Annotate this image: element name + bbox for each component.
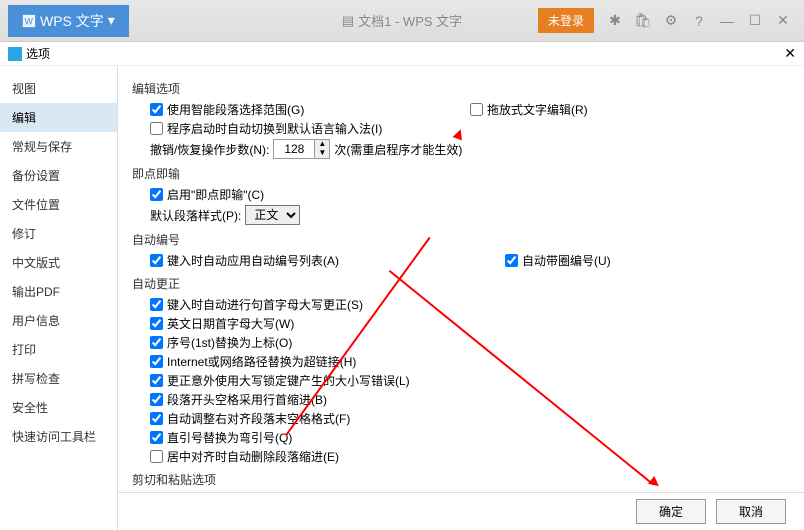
checkbox-caps-error[interactable]: 更正意外使用大写锁定键产生的大小写错误(L) (150, 372, 410, 389)
default-style-select[interactable]: 正文 (245, 205, 300, 225)
checkbox-cap-first[interactable]: 键入时自动进行句首字母大写更正(S) (150, 296, 363, 313)
section-cut-paste: 剪切和粘贴选项 (132, 471, 790, 488)
app-menu-button[interactable]: W WPS 文字 ▾ (8, 5, 129, 37)
close-window-icon[interactable]: ✕ (770, 8, 796, 34)
help-icon[interactable]: ? (686, 8, 712, 34)
checkbox-auto-number-list[interactable]: 键入时自动应用自动编号列表(A) (150, 252, 435, 269)
doc-icon: ▤ (342, 13, 354, 29)
spin-down-icon[interactable]: ▼ (315, 149, 329, 158)
svg-text:W: W (25, 16, 34, 26)
dialog-footer: 确定 取消 (118, 492, 804, 530)
login-button[interactable]: 未登录 (538, 8, 594, 33)
undo-steps-input[interactable] (274, 142, 314, 156)
maximize-icon[interactable]: ☐ (742, 8, 768, 34)
close-icon[interactable]: ✕ (784, 45, 796, 62)
checkbox-default-ime[interactable]: 程序启动时自动切换到默认语言输入法(I) (150, 120, 382, 137)
checkbox-internet[interactable]: Internet或网络路径替换为超链接(H) (150, 353, 356, 370)
sidebar-item-revision[interactable]: 修订 (0, 219, 117, 248)
document-title: ▤ 文档1 - WPS 文字 (342, 11, 462, 30)
shopping-icon[interactable]: 🛍 (630, 8, 656, 34)
settings-icon[interactable]: ⚙ (658, 8, 684, 34)
sidebar-item-file-location[interactable]: 文件位置 (0, 190, 117, 219)
undo-steps-spinner[interactable]: ▲▼ (273, 139, 330, 159)
section-instant-input: 即点即输 (132, 165, 790, 182)
ok-button[interactable]: 确定 (636, 499, 706, 524)
checkbox-smart-para[interactable]: 使用智能段落选择范围(G) (150, 101, 470, 118)
undo-label-pre: 撤销/恢复操作步数(N): (150, 141, 269, 158)
titlebar-right: 未登录 ✱ 🛍 ⚙ ? — ☐ ✕ (538, 8, 796, 34)
sidebar-item-chinese[interactable]: 中文版式 (0, 248, 117, 277)
checkbox-english-date[interactable]: 英文日期首字母大写(W) (150, 315, 294, 332)
sidebar-item-edit[interactable]: 编辑 (0, 103, 117, 132)
section-auto-correct: 自动更正 (132, 275, 790, 292)
checkbox-instant-enable[interactable]: 启用"即点即输"(C) (150, 186, 264, 203)
content-panel: 编辑选项 使用智能段落选择范围(G) 拖放式文字编辑(R) 程序启动时自动切换到… (118, 66, 804, 530)
checkbox-circle-number[interactable]: 自动带圈编号(U) (505, 252, 790, 269)
checkbox-ordinal[interactable]: 序号(1st)替换为上标(O) (150, 334, 292, 351)
wps-logo-icon: W (22, 14, 36, 28)
sidebar-item-pdf[interactable]: 输出PDF (0, 277, 117, 306)
section-auto-number: 自动编号 (132, 231, 790, 248)
checkbox-indent-start[interactable]: 段落开头空格采用行首缩进(B) (150, 391, 327, 408)
sidebar-item-spell[interactable]: 拼写检查 (0, 364, 117, 393)
sidebar-item-qat[interactable]: 快速访问工具栏 (0, 422, 117, 451)
dialog-body: 视图 编辑 常规与保存 备份设置 文件位置 修订 中文版式 输出PDF 用户信息… (0, 66, 804, 530)
dialog-header: 选项 ✕ (0, 42, 804, 66)
sidebar-item-backup[interactable]: 备份设置 (0, 161, 117, 190)
checkbox-adjust-space[interactable]: 自动调整右对齐段落末空格格式(F) (150, 410, 350, 427)
cancel-button[interactable]: 取消 (716, 499, 786, 524)
undo-label-post: 次(需重启程序才能生效) (334, 141, 462, 158)
dialog-title: 选项 (26, 45, 50, 62)
chevron-down-icon: ▾ (108, 12, 115, 29)
sidebar-item-print[interactable]: 打印 (0, 335, 117, 364)
app-name: WPS 文字 (40, 11, 104, 31)
minimize-icon[interactable]: — (714, 8, 740, 34)
dialog-icon (8, 47, 22, 61)
default-style-label: 默认段落样式(P): (150, 207, 241, 224)
sidebar-item-general[interactable]: 常规与保存 (0, 132, 117, 161)
sidebar-item-security[interactable]: 安全性 (0, 393, 117, 422)
checkbox-drag-text[interactable]: 拖放式文字编辑(R) (470, 101, 790, 118)
sidebar-item-view[interactable]: 视图 (0, 74, 117, 103)
section-edit-options: 编辑选项 (132, 80, 790, 97)
sidebar: 视图 编辑 常规与保存 备份设置 文件位置 修订 中文版式 输出PDF 用户信息… (0, 66, 118, 530)
checkbox-quote-replace[interactable]: 直引号替换为弯引号(Q) (150, 429, 292, 446)
gift-icon[interactable]: ✱ (602, 8, 628, 34)
titlebar: W WPS 文字 ▾ ▤ 文档1 - WPS 文字 未登录 ✱ 🛍 ⚙ ? — … (0, 0, 804, 42)
checkbox-center-indent[interactable]: 居中对齐时自动删除段落缩进(E) (150, 448, 339, 465)
sidebar-item-user[interactable]: 用户信息 (0, 306, 117, 335)
